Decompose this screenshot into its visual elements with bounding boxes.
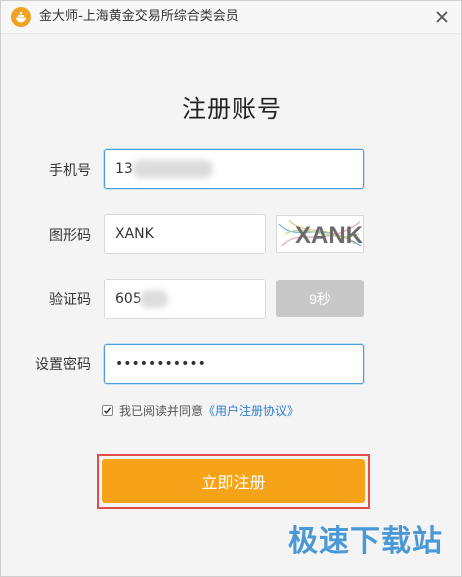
phone-label: 手机号 [49,163,91,179]
title-bar: 金大师-上海黄金交易所综合类会员 [1,1,461,34]
app-logo-icon [11,7,31,27]
agreement-row: 我已阅读并同意 《用户注册协议》 [102,401,299,419]
watermark: 极速下载站 [288,524,443,559]
close-button[interactable] [431,6,453,28]
captcha-graphic: XANK [278,219,363,249]
captcha-image[interactable]: XANK [276,215,364,253]
captcha-text: XANK [295,222,363,249]
agreement-checkbox[interactable] [102,404,113,416]
sms-code-label: 验证码 [49,292,91,308]
register-button[interactable]: 立即注册 [102,459,365,503]
password-label: 设置密码 [35,357,91,373]
agreement-link[interactable]: 《用户注册协议》 [203,402,299,419]
password-input[interactable] [115,345,353,383]
sms-code-field[interactable] [104,279,266,319]
window-title: 金大师-上海黄金交易所综合类会员 [39,9,239,24]
checkmark-icon [103,406,112,414]
app-window: 金大师-上海黄金交易所综合类会员 注册账号 手机号 图形码 XANK 验证码 9… [0,0,462,577]
page-title: 注册账号 [182,95,282,123]
phone-field[interactable] [104,149,364,189]
captcha-input[interactable] [115,215,255,253]
captcha-field[interactable] [104,214,266,254]
close-icon [436,11,448,23]
phone-input[interactable] [115,150,353,188]
send-code-button[interactable]: 9秒 [276,280,364,317]
password-field[interactable] [104,344,364,384]
sms-code-input[interactable] [115,280,255,318]
captcha-label: 图形码 [49,228,91,244]
agreement-text: 我已阅读并同意 [119,403,204,418]
